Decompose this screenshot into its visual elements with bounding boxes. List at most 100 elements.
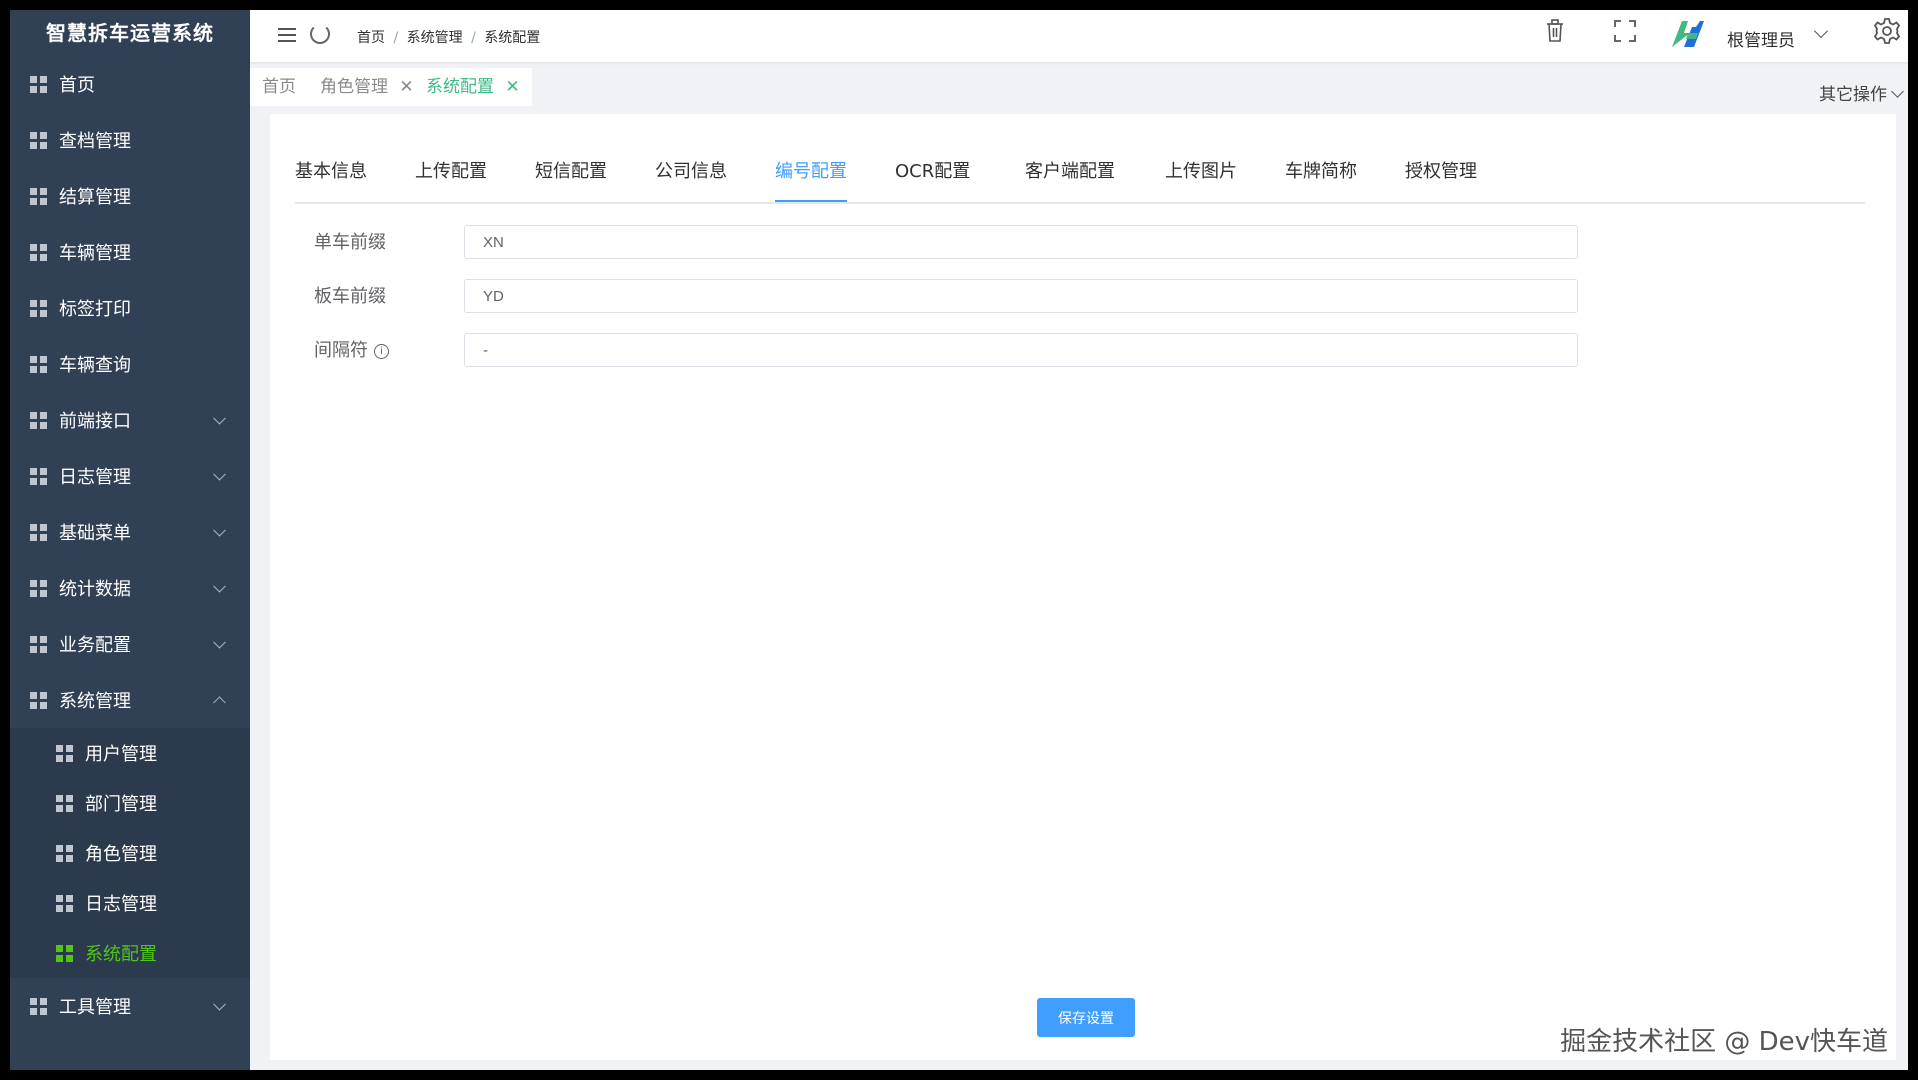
chevron-down-icon — [213, 467, 226, 481]
tab-basic-info[interactable]: 基本信息 — [295, 154, 367, 200]
chevron-down-icon — [213, 411, 226, 425]
tab-sms-config[interactable]: 短信配置 — [535, 154, 607, 200]
breadcrumb-item[interactable]: 首页 — [357, 30, 385, 46]
config-tabs: 基本信息 上传配置 短信配置 公司信息 编号配置 OCR配置 客户端配置 上传图… — [295, 154, 1865, 204]
sidebar-item-settlement[interactable]: 结算管理 — [10, 168, 250, 224]
sidebar-item-label: 日志管理 — [59, 467, 131, 488]
sidebar-item-system[interactable]: 系统管理 — [10, 672, 250, 728]
sidebar-item-label: 业务配置 — [59, 635, 131, 656]
tags-view: 首页 角色管理 ✕ 系统配置 ✕ 其它操作 — [250, 62, 1908, 112]
menu-icon[interactable] — [278, 28, 296, 42]
main-area: 首页 / 系统管理 / 系统配置 根管理员 首页 角色管理 ✕ 系统配置 ✕ 其… — [250, 10, 1908, 1070]
sidebar-item-label: 统计数据 — [59, 579, 131, 600]
tag-home[interactable]: 首页 — [250, 68, 308, 106]
sidebar-subitem-label: 用户管理 — [85, 744, 157, 765]
tag-label: 角色管理 — [320, 77, 388, 97]
sidebar-submenu-system: 用户管理 部门管理 角色管理 日志管理 系统配置 — [10, 728, 250, 978]
breadcrumb-item: 系统管理 — [406, 30, 463, 46]
other-operations-label: 其它操作 — [1819, 85, 1887, 105]
breadcrumb: 首页 / 系统管理 / 系统配置 — [357, 27, 540, 47]
sidebar-item-label: 查档管理 — [59, 131, 131, 152]
tab-company-info[interactable]: 公司信息 — [655, 154, 727, 200]
tab-ocr-config[interactable]: OCR配置 — [895, 154, 970, 200]
separator-input[interactable] — [464, 333, 1578, 367]
avatar[interactable] — [1670, 19, 1704, 49]
grid-icon — [30, 411, 47, 429]
sidebar-item-logs[interactable]: 日志管理 — [10, 448, 250, 504]
tab-numbering-config[interactable]: 编号配置 — [775, 154, 847, 202]
field-label: 板车前缀 — [314, 286, 386, 307]
sidebar-item-tools[interactable]: 工具管理 — [10, 978, 250, 1034]
field-label: 间隔符 i — [314, 333, 389, 369]
grid-icon — [30, 187, 47, 205]
sidebar-item-vehicles[interactable]: 车辆管理 — [10, 224, 250, 280]
grid-icon — [30, 355, 47, 373]
tab-authorization[interactable]: 授权管理 — [1405, 154, 1477, 200]
sidebar-subitem-roles[interactable]: 角色管理 — [10, 828, 250, 878]
fullscreen-icon[interactable] — [1612, 18, 1638, 44]
chevron-down-icon — [213, 635, 226, 649]
tag-system-config[interactable]: 系统配置 ✕ — [414, 68, 532, 106]
chevron-down-icon — [1891, 85, 1904, 98]
sidebar-item-label: 车辆查询 — [59, 355, 131, 376]
sidebar-item-vehicle-query[interactable]: 车辆查询 — [10, 336, 250, 392]
grid-icon — [30, 997, 47, 1015]
breadcrumb-item: 系统配置 — [484, 30, 541, 46]
sidebar-item-label: 首页 — [59, 75, 95, 96]
grid-icon — [30, 579, 47, 597]
app-title: 智慧拆车运营系统 — [46, 21, 214, 45]
grid-icon — [30, 131, 47, 149]
app-window: 智慧拆车运营系统 首页 查档管理 结算管理 车辆管理 标签打印 车辆查询 前端接… — [10, 10, 1908, 1070]
sidebar-subitem-label: 角色管理 — [85, 844, 157, 865]
other-operations-dropdown[interactable]: 其它操作 — [1819, 80, 1904, 105]
tag-roles[interactable]: 角色管理 ✕ — [308, 68, 426, 106]
close-icon[interactable]: ✕ — [505, 77, 519, 97]
sidebar-item-label-print[interactable]: 标签打印 — [10, 280, 250, 336]
sidebar: 智慧拆车运营系统 首页 查档管理 结算管理 车辆管理 标签打印 车辆查询 前端接… — [10, 10, 250, 1070]
grid-icon — [30, 691, 47, 709]
save-settings-button[interactable]: 保存设置 — [1037, 998, 1135, 1037]
sidebar-item-frontend-api[interactable]: 前端接口 — [10, 392, 250, 448]
grid-icon — [30, 635, 47, 653]
sidebar-item-statistics[interactable]: 统计数据 — [10, 560, 250, 616]
trash-icon[interactable] — [1540, 16, 1570, 46]
sidebar-item-home[interactable]: 首页 — [10, 56, 250, 112]
sidebar-subitem-departments[interactable]: 部门管理 — [10, 778, 250, 828]
single-car-prefix-input[interactable] — [464, 225, 1578, 259]
sidebar-item-base-menu[interactable]: 基础菜单 — [10, 504, 250, 560]
tab-upload-images[interactable]: 上传图片 — [1165, 154, 1237, 200]
sidebar-subitem-logs[interactable]: 日志管理 — [10, 878, 250, 928]
form-row-separator: 间隔符 i — [314, 333, 1614, 369]
user-name[interactable]: 根管理员 — [1727, 26, 1795, 51]
tab-plate-abbreviation[interactable]: 车牌简称 — [1285, 154, 1357, 200]
chevron-down-icon — [213, 523, 226, 537]
field-label: 单车前缀 — [314, 232, 386, 253]
sidebar-subitem-users[interactable]: 用户管理 — [10, 728, 250, 778]
sidebar-subitem-label: 系统配置 — [85, 944, 157, 965]
watermark: 掘金技术社区 @ Dev快车道 — [1560, 1027, 1888, 1057]
refresh-icon[interactable] — [310, 24, 330, 44]
grid-icon — [56, 744, 73, 762]
chevron-up-icon — [213, 696, 226, 710]
field-label-text: 间隔符 — [314, 340, 368, 361]
tab-client-config[interactable]: 客户端配置 — [1025, 154, 1115, 200]
grid-icon — [56, 944, 73, 962]
gear-icon[interactable] — [1872, 16, 1902, 46]
tab-upload-config[interactable]: 上传配置 — [415, 154, 487, 200]
sidebar-item-label: 系统管理 — [59, 691, 131, 712]
sidebar-item-business-config[interactable]: 业务配置 — [10, 616, 250, 672]
chevron-down-icon[interactable] — [1813, 23, 1829, 39]
form-row-trailer-prefix: 板车前缀 — [314, 279, 1614, 315]
sidebar-item-archive[interactable]: 查档管理 — [10, 112, 250, 168]
info-icon[interactable]: i — [374, 344, 389, 359]
grid-icon — [56, 894, 73, 912]
trailer-prefix-input[interactable] — [464, 279, 1578, 313]
close-icon[interactable]: ✕ — [399, 77, 413, 97]
sidebar-item-label: 前端接口 — [59, 411, 131, 432]
sidebar-subitem-system-config[interactable]: 系统配置 — [10, 928, 250, 978]
grid-icon — [56, 794, 73, 812]
grid-icon — [30, 243, 47, 261]
tag-label: 首页 — [262, 77, 296, 97]
chevron-down-icon — [213, 579, 226, 593]
grid-icon — [30, 299, 47, 317]
